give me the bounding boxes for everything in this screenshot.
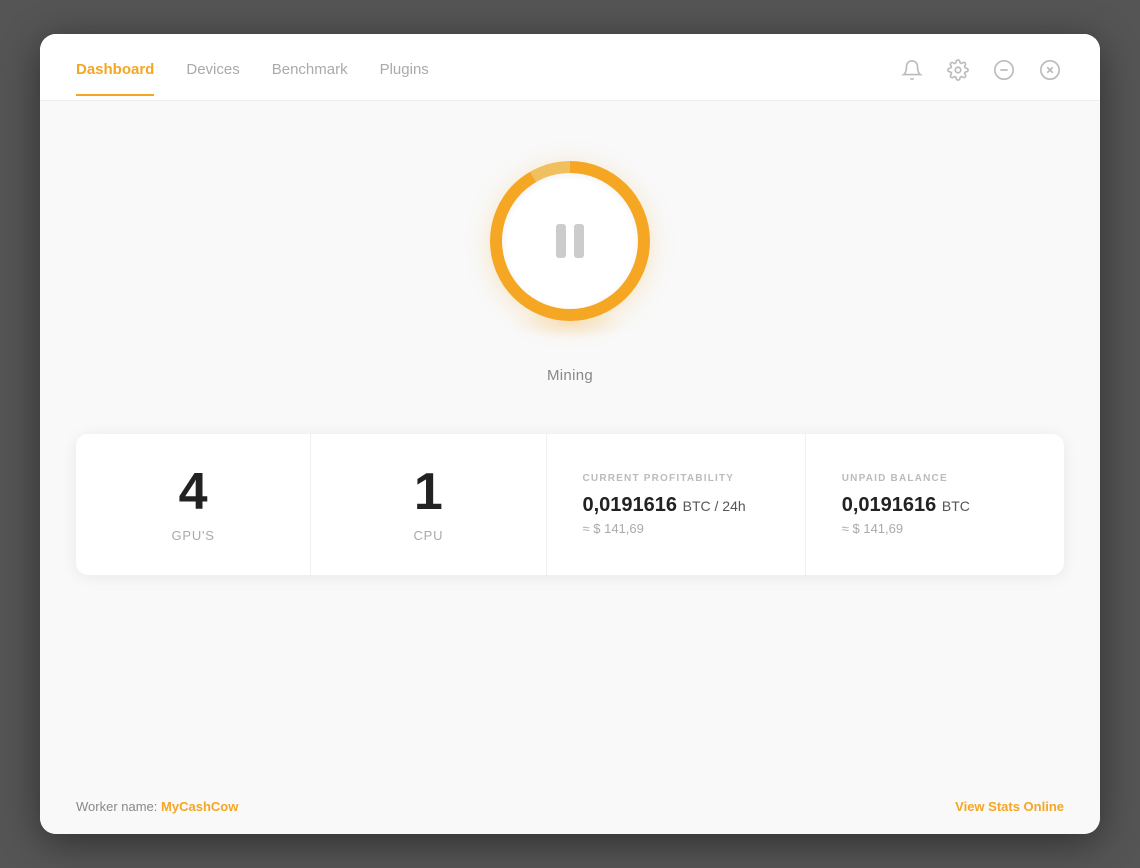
cpu-stat-card: 1 CPU [311,434,546,575]
unpaid-stat-card: UNPAID BALANCE 0,0191616 BTC ≈ $ 141,69 [806,434,1064,575]
mining-section: Mining [490,161,650,384]
view-stats-link[interactable]: View Stats Online [955,799,1064,814]
unpaid-btc-value: 0,0191616 [842,494,937,516]
cpu-count: 1 [414,466,443,518]
tab-dashboard[interactable]: Dashboard [76,61,154,96]
stats-row: 4 GPU'S 1 CPU CURRENT PROFITABILITY 0,01… [76,434,1064,575]
unpaid-section-label: UNPAID BALANCE [842,473,948,484]
tab-plugins[interactable]: Plugins [380,61,429,96]
header-icons [898,56,1064,100]
main-content: Mining 4 GPU'S 1 CPU CURRENT PROFITABILI… [40,101,1100,779]
close-icon[interactable] [1036,56,1064,84]
worker-label: Worker name: MyCashCow [76,799,238,814]
unpaid-approx: ≈ $ 141,69 [842,521,903,536]
pause-icon [556,224,584,258]
gpu-count: 4 [179,466,208,518]
mining-glow [510,309,630,339]
worker-name: MyCashCow [161,799,238,814]
app-window: Dashboard Devices Benchmark Plugins [40,34,1100,834]
gpu-label: GPU'S [172,528,215,543]
cpu-label: CPU [413,528,443,543]
profitability-unit: BTC / 24h [683,498,746,514]
nav-tabs: Dashboard Devices Benchmark Plugins [76,61,429,96]
unpaid-unit: BTC [942,498,970,514]
profitability-stat-card: CURRENT PROFITABILITY 0,0191616 BTC / 24… [547,434,806,575]
bell-icon[interactable] [898,56,926,84]
tab-devices[interactable]: Devices [186,61,239,96]
worker-prefix: Worker name: [76,799,157,814]
profitability-approx: ≈ $ 141,69 [583,521,644,536]
mining-button-wrap [490,161,650,321]
gpu-stat-card: 4 GPU'S [76,434,311,575]
gear-icon[interactable] [944,56,972,84]
tab-benchmark[interactable]: Benchmark [272,61,348,96]
mining-toggle-button[interactable] [490,161,650,321]
pause-bar-right [574,224,584,258]
footer: Worker name: MyCashCow View Stats Online [40,779,1100,834]
header: Dashboard Devices Benchmark Plugins [40,34,1100,100]
profitability-btc-value: 0,0191616 [583,494,678,516]
profitability-value: 0,0191616 BTC / 24h [583,494,746,517]
minus-icon[interactable] [990,56,1018,84]
unpaid-value: 0,0191616 BTC [842,494,970,517]
pause-bar-left [556,224,566,258]
profitability-section-label: CURRENT PROFITABILITY [583,473,735,484]
mining-status-label: Mining [547,367,593,384]
